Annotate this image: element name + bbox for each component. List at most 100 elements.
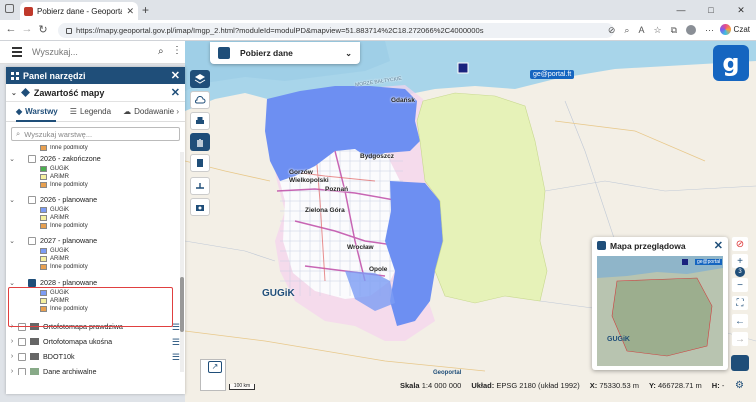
layer-checkbox[interactable] bbox=[18, 337, 26, 346]
layer-group-row[interactable]: ⌄ 2026 - planowane bbox=[6, 195, 174, 204]
scale-readout[interactable]: Skala 1:4 000 000 bbox=[400, 381, 461, 390]
overview-header: Mapa przeglądowa ✕ bbox=[592, 237, 728, 254]
layer-checkbox[interactable] bbox=[28, 154, 36, 163]
profile-avatar[interactable] bbox=[686, 25, 696, 35]
collections-icon[interactable]: ⧉ bbox=[671, 25, 677, 36]
forward-arrow-icon[interactable]: → bbox=[732, 332, 748, 346]
zoom-out-button[interactable]: − bbox=[732, 278, 748, 292]
copilot-czat-button[interactable]: Czat bbox=[719, 24, 750, 35]
legend-tool-button[interactable] bbox=[731, 355, 749, 371]
eye-off-icon[interactable]: ⊘ bbox=[608, 25, 616, 36]
more-vertical-icon[interactable]: ⋮ bbox=[172, 45, 182, 56]
zoom-level-badge: 3 bbox=[735, 267, 745, 277]
hand-tool-button[interactable] bbox=[190, 133, 210, 151]
layer-search-input[interactable]: ⌕ Wyszukaj warstwę... bbox=[11, 127, 180, 141]
url-field[interactable]: https://mapy.geoportal.gov.pl/imap/Imgp_… bbox=[58, 23, 614, 38]
new-tab-icon[interactable]: + bbox=[142, 3, 149, 17]
chevron-right-icon[interactable]: › bbox=[6, 338, 18, 345]
chevron-right-icon[interactable]: › bbox=[6, 368, 18, 375]
legend-row: Inne podmioty bbox=[40, 223, 185, 229]
chevron-down-icon[interactable]: ⌄ bbox=[6, 196, 18, 204]
chevron-right-icon[interactable]: › bbox=[6, 353, 18, 360]
tools-panel: Panel narzędzi ✕ ⌄ Zawartość mapy ✕ ◆ Wa… bbox=[6, 67, 185, 394]
legend-swatch bbox=[40, 215, 47, 221]
layer-group-row[interactable]: ⌄ 2026 - zakończone bbox=[6, 154, 174, 163]
tab-menu-icon[interactable] bbox=[5, 4, 14, 13]
tab-dodawanie[interactable]: ☁ Dodawanie bbox=[123, 107, 174, 116]
download-dropdown[interactable]: Pobierz dane ⌄ bbox=[210, 42, 360, 64]
close-panel-icon[interactable]: ✕ bbox=[171, 69, 180, 82]
panel-scrollbar[interactable] bbox=[180, 152, 184, 372]
back-arrow-icon[interactable]: ← bbox=[732, 314, 748, 328]
layer-options-icon[interactable]: ☰ bbox=[172, 352, 180, 363]
overview-title: Mapa przeglądowa bbox=[610, 240, 686, 251]
layer-row[interactable]: › Dane archiwalne bbox=[6, 367, 174, 375]
zoom-icon[interactable]: ⌕ bbox=[624, 25, 629, 36]
overview-watermark: GUGiK bbox=[607, 336, 630, 343]
browser-tab[interactable]: Pobierz dane - Geoportal - GUGiK ✕ bbox=[20, 2, 138, 20]
layer-search-placeholder: Wyszukaj warstwę... bbox=[24, 129, 93, 139]
layer-checkbox[interactable] bbox=[18, 367, 26, 375]
no-entry-icon[interactable]: ⊘ bbox=[732, 237, 748, 251]
layer-tree: Inne podmioty ⌄ 2026 - zakończone GUGiK A… bbox=[6, 145, 185, 375]
layer-checkbox[interactable] bbox=[28, 236, 36, 245]
chevron-down-icon[interactable]: ⌄ bbox=[6, 279, 18, 287]
scrollbar-thumb[interactable] bbox=[180, 277, 184, 332]
favorite-star-icon[interactable]: ☆ bbox=[653, 25, 661, 36]
tab-legenda[interactable]: ☰ Legenda bbox=[70, 107, 111, 116]
zoom-in-button[interactable]: + bbox=[732, 254, 748, 268]
chevron-down-icon[interactable]: ⌄ bbox=[6, 237, 18, 245]
external-link-icon[interactable]: ↗ bbox=[208, 361, 222, 373]
legend-label: GUGiK bbox=[50, 248, 70, 254]
search-input[interactable]: Wyszukaj... bbox=[32, 47, 78, 57]
y-label: Y: bbox=[648, 380, 656, 390]
print-tool-button[interactable] bbox=[190, 112, 210, 130]
minimize-button[interactable]: — bbox=[666, 0, 696, 20]
camera-tool-button[interactable] bbox=[190, 198, 210, 216]
layer-row[interactable]: › Ortofotomapa ukośna bbox=[6, 337, 174, 346]
layer-group-row-selected[interactable]: ⌄ 2028 - planowane bbox=[6, 278, 174, 287]
group-label: 2027 - planowane bbox=[40, 236, 98, 245]
x-readout: X: 75330.53 m bbox=[590, 381, 639, 390]
layer-checkbox-checked[interactable] bbox=[28, 278, 36, 287]
measure-tool-button[interactable] bbox=[190, 177, 210, 195]
legend-swatch bbox=[40, 207, 47, 213]
chevron-down-icon[interactable]: ⌄ bbox=[6, 155, 18, 163]
legend-swatch bbox=[40, 264, 47, 270]
back-icon[interactable]: ← bbox=[4, 23, 18, 35]
geoportal-logo[interactable]: g bbox=[713, 45, 749, 81]
settings-gear-icon[interactable]: ⚙ bbox=[735, 380, 744, 391]
close-section-icon[interactable]: ✕ bbox=[171, 86, 180, 99]
section-title: Zawartość mapy bbox=[33, 87, 105, 98]
layer-checkbox[interactable] bbox=[18, 352, 26, 361]
favicon-icon bbox=[24, 6, 33, 16]
forward-icon[interactable]: → bbox=[20, 23, 34, 35]
layer-checkbox[interactable] bbox=[28, 195, 36, 204]
reload-icon[interactable]: ↻ bbox=[36, 23, 50, 36]
tabs-next-icon[interactable]: › bbox=[176, 107, 179, 116]
chevron-down-icon[interactable]: ⌄ bbox=[11, 89, 17, 97]
layers-tool-button[interactable] bbox=[190, 70, 210, 88]
archive-icon bbox=[30, 368, 39, 375]
y-readout: Y: 466728.71 m bbox=[649, 381, 702, 390]
layer-row[interactable]: › BDOT10k bbox=[6, 352, 174, 361]
tab-warstwy[interactable]: ◆ Warstwy bbox=[16, 107, 58, 116]
fullscreen-icon[interactable]: ⛶ bbox=[732, 296, 748, 310]
menu-icon[interactable] bbox=[12, 47, 22, 57]
close-overview-icon[interactable]: ✕ bbox=[714, 239, 723, 252]
panel-tabs: ◆ Warstwy ☰ Legenda ☁ Dodawanie › bbox=[6, 102, 185, 122]
map-content-header[interactable]: ⌄ Zawartość mapy ✕ bbox=[6, 84, 185, 102]
search-icon[interactable]: ⌕ bbox=[158, 46, 164, 57]
overview-map[interactable]: ge@portal GUGiK bbox=[597, 256, 723, 366]
layer-group-row[interactable]: ⌄ 2027 - planowane bbox=[6, 236, 174, 245]
read-aloud-icon[interactable]: A bbox=[638, 25, 644, 36]
system-readout[interactable]: Układ: EPSG 2180 (układ 1992) bbox=[471, 381, 579, 390]
layer-options-icon[interactable]: ☰ bbox=[172, 337, 180, 348]
cloud-tool-button[interactable] bbox=[190, 91, 210, 109]
legend-label: Inne podmioty bbox=[50, 264, 88, 270]
close-window-button[interactable]: ✕ bbox=[726, 0, 756, 20]
maximize-button[interactable]: □ bbox=[696, 0, 726, 20]
more-icon[interactable]: ⋯ bbox=[705, 25, 714, 36]
close-tab-icon[interactable]: ✕ bbox=[126, 6, 134, 17]
document-tool-button[interactable] bbox=[190, 154, 210, 172]
